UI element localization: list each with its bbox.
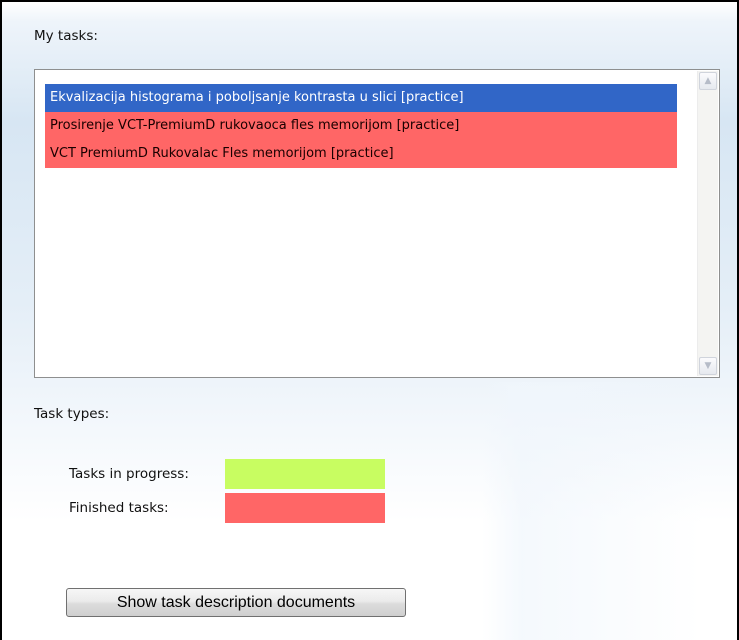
task-list-item[interactable]: VCT PremiumD Rukovalac Fles memorijom [p… — [45, 140, 677, 168]
legend-label-in-progress: Tasks in progress: — [69, 466, 189, 482]
show-task-documents-button[interactable]: Show task description documents — [66, 588, 406, 617]
vertical-scrollbar[interactable]: ▲ ▼ — [697, 71, 718, 376]
task-types-title: Task types: — [34, 406, 110, 422]
scroll-up-icon[interactable]: ▲ — [699, 72, 717, 90]
page-title: My tasks: — [34, 28, 98, 44]
task-listbox[interactable]: Ekvalizacija histograma i poboljsanje ko… — [34, 69, 720, 378]
task-list-item[interactable]: Ekvalizacija histograma i poboljsanje ko… — [45, 84, 677, 112]
background-shade — [482, 382, 702, 640]
content-panel: My tasks: Ekvalizacija histograma i pobo… — [0, 0, 739, 640]
legend-swatch-in-progress — [225, 459, 385, 489]
legend-label-finished: Finished tasks: — [69, 500, 169, 516]
task-list-item[interactable]: Prosirenje VCT-PremiumD rukovaoca fles m… — [45, 112, 677, 140]
legend-swatch-finished — [225, 493, 385, 523]
scroll-down-icon[interactable]: ▼ — [699, 357, 717, 375]
task-list-rows: Ekvalizacija histograma i poboljsanje ko… — [45, 84, 677, 168]
